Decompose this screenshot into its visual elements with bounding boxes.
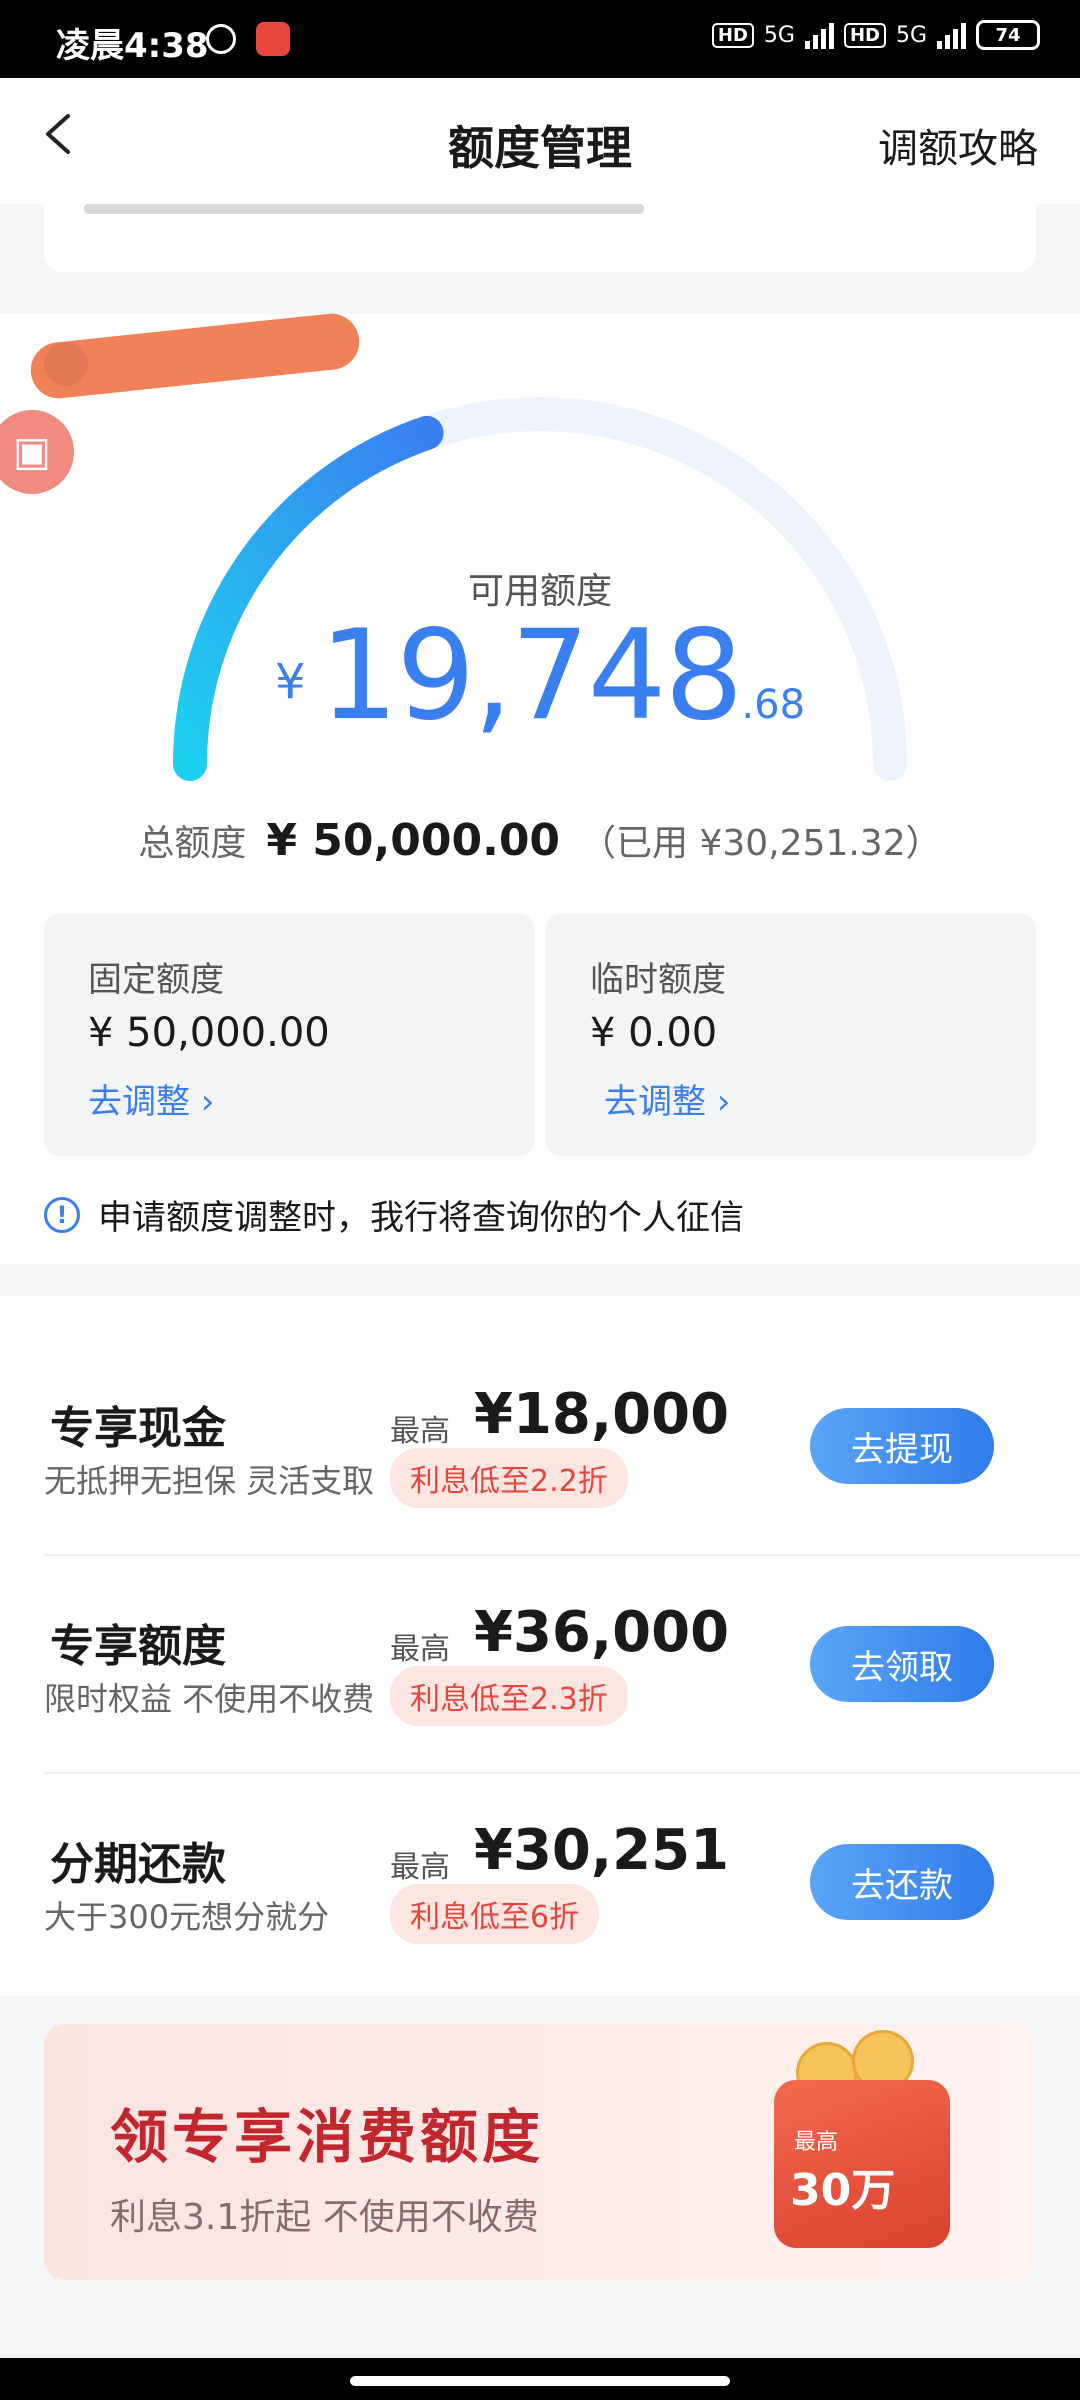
offer-rate-badge: 利息低至2.2折 [390, 1448, 628, 1508]
banner-title: 领专享消费额度 [110, 2103, 545, 2171]
offer-amount: ¥18,000 [474, 1382, 730, 1447]
offer-rate-badge: 利息低至2.3折 [390, 1666, 628, 1726]
chevron-right-icon: › [716, 1082, 731, 1122]
offer-installment: 分期还款 大于300元想分就分 最高 ¥30,251 利息低至6折 去还款 [0, 1732, 1080, 1950]
offer-max-label: 最高 [390, 1632, 450, 1667]
available-amount: ¥19,748.68 [0, 604, 1080, 748]
box-value: ¥ 0.00 [590, 1010, 718, 1056]
wallet-icon: 最高 30万 [774, 2080, 950, 2248]
total-value: ¥ 50,000.00 [266, 815, 561, 866]
wallet-amount: 30万 [790, 2165, 896, 2216]
info-icon: ! [44, 1196, 80, 1233]
obscured-text [84, 204, 644, 214]
status-bar: 凌晨4:38 HD 5G HD 5G 74 [0, 0, 1080, 78]
adjust-label: 去调整 [604, 1082, 706, 1122]
adjust-temporary-link[interactable]: 去调整 › [604, 1074, 730, 1123]
offer-name: 分期还款 [50, 1839, 226, 1890]
adjust-fixed-link[interactable]: 去调整 › [88, 1074, 214, 1123]
withdraw-button[interactable]: 去提现 [810, 1408, 994, 1484]
wallet-max-label: 最高 [794, 2130, 839, 2155]
home-indicator[interactable] [350, 2376, 730, 2386]
adjust-guide-link[interactable]: 调额攻略 [878, 116, 1038, 174]
app-header: 额度管理 调额攻略 [0, 78, 1080, 204]
available-integer: 19,748 [319, 604, 744, 748]
banner-subtitle: 利息3.1折起 不使用不收费 [110, 2197, 539, 2238]
previous-card [44, 204, 1036, 272]
offer-amount: ¥36,000 [474, 1600, 730, 1665]
repay-button[interactable]: 去还款 [810, 1844, 994, 1920]
status-indicators: HD 5G HD 5G 74 [711, 20, 1040, 50]
screen-record-icon [256, 22, 290, 56]
offer-amount: ¥30,251 [474, 1818, 730, 1883]
offer-max-label: 最高 [390, 1414, 450, 1449]
currency-symbol: ¥ [274, 654, 306, 710]
available-decimal: .68 [741, 682, 806, 728]
box-value: ¥ 50,000.00 [88, 1010, 330, 1056]
chevron-right-icon: › [200, 1082, 215, 1122]
box-title: 固定额度 [88, 960, 224, 1000]
box-title: 临时额度 [590, 960, 726, 1000]
offer-name: 专享额度 [50, 1621, 226, 1672]
network-type-1: 5G [763, 22, 795, 48]
offer-cash: 专享现金 无抵押无担保 灵活支取 最高 ¥18,000 利息低至2.2折 去提现 [0, 1296, 1080, 1514]
fixed-credit-box: 固定额度 ¥ 50,000.00 去调整 › [44, 914, 534, 1156]
offer-rate-badge: 利息低至6折 [390, 1884, 600, 1944]
notice-text: 申请额度调整时，我行将查询你的个人征信 [98, 1198, 744, 1238]
status-time: 凌晨4:38 [56, 26, 209, 66]
credit-check-notice: ! 申请额度调整时，我行将查询你的个人征信 [44, 1190, 744, 1239]
hd-badge-1: HD [711, 22, 754, 48]
offer-desc: 无抵押无担保 灵活支取 [44, 1462, 375, 1500]
total-label: 总额度 [138, 823, 247, 864]
total-credit-line: 总额度 ¥ 50,000.00 （已用 ¥30,251.32） [0, 814, 1080, 866]
claim-button[interactable]: 去领取 [810, 1626, 994, 1702]
signal-icon-2 [937, 21, 966, 49]
offer-name: 专享现金 [50, 1403, 226, 1454]
adjust-label: 去调整 [88, 1082, 190, 1122]
offer-desc: 大于300元想分就分 [44, 1898, 330, 1936]
offers-panel: 专享现金 无抵押无担保 灵活支取 最高 ¥18,000 利息低至2.2折 去提现… [0, 1296, 1080, 1996]
battery-icon: 74 [976, 20, 1040, 50]
floating-camera-icon[interactable]: ▣ [0, 410, 74, 494]
consumer-credit-banner[interactable]: 领专享消费额度 利息3.1折起 不使用不收费 最高 30万 [44, 2024, 1036, 2280]
credit-card-panel: ▣ 可用额度 ¥19,748.68 总额度 ¥ 50,000.00 （已用 ¥30,… [0, 310, 1080, 1264]
offer-max-label: 最高 [390, 1850, 450, 1885]
signal-icon-1 [804, 21, 834, 49]
temporary-credit-box: 临时额度 ¥ 0.00 去调整 › [546, 914, 1036, 1156]
hd-badge-2: HD [843, 22, 886, 48]
offer-exclusive-credit: 专享额度 限时权益 不使用不收费 最高 ¥36,000 利息低至2.3折 去领取 [0, 1514, 1080, 1732]
alarm-icon [206, 24, 236, 54]
used-amount: （已用 ¥30,251.32） [580, 823, 942, 864]
network-type-2: 5G [895, 22, 927, 48]
offer-desc: 限时权益 不使用不收费 [44, 1680, 375, 1718]
